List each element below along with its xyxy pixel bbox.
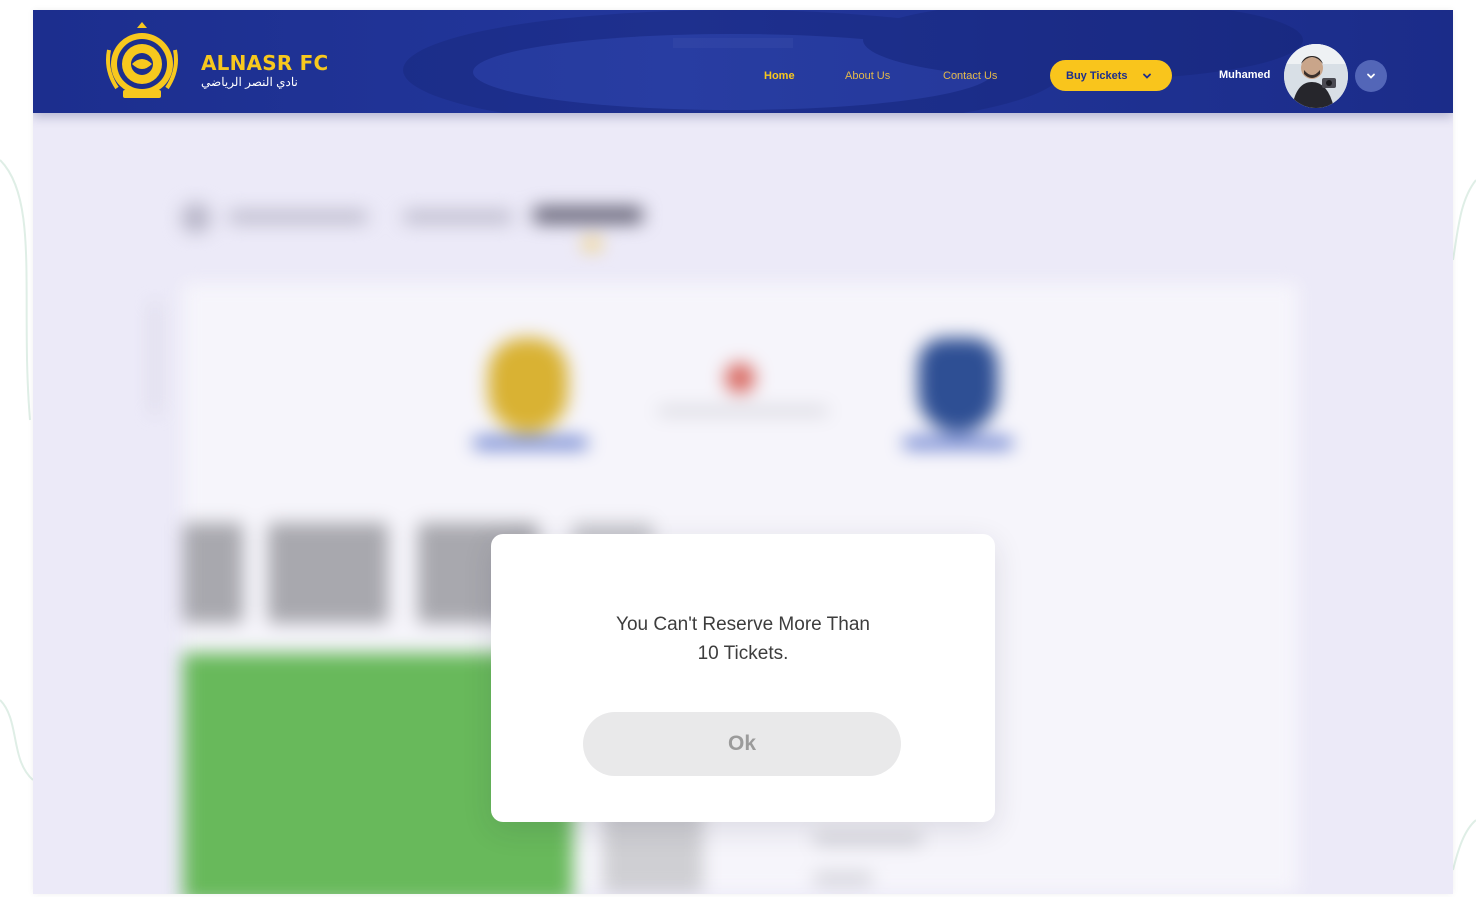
buy-tickets-label: Buy Tickets <box>1066 69 1128 82</box>
breadcrumb-placeholder <box>583 239 601 249</box>
avatar[interactable] <box>1284 44 1348 108</box>
brand-title: ALNASR FC <box>201 51 329 75</box>
home-team-crest <box>488 338 568 433</box>
home-team-name <box>473 438 588 448</box>
dialog-message: You Can't Reserve More Than 10 Tickets. <box>491 610 995 668</box>
user-menu-toggle[interactable] <box>1355 60 1387 92</box>
buy-tickets-button[interactable]: Buy Tickets <box>1050 60 1172 91</box>
dialog-message-line2: 10 Tickets. <box>697 643 789 664</box>
away-team-name <box>903 438 1013 448</box>
chevron-down-icon <box>1367 73 1375 79</box>
breadcrumb-placeholder <box>181 203 211 233</box>
match-info <box>658 408 828 414</box>
user-name: Muhamed <box>1219 69 1271 81</box>
alnasr-crest-logo[interactable] <box>103 20 181 102</box>
nav-home[interactable]: Home <box>764 70 795 82</box>
brand-subtitle-arabic: نادي النصر الرياضي <box>201 75 298 89</box>
alert-dialog: You Can't Reserve More Than 10 Tickets. … <box>491 534 995 822</box>
ok-button[interactable]: Ok <box>583 712 901 776</box>
user-photo-icon <box>1284 44 1348 108</box>
dialog-message-line1: You Can't Reserve More Than <box>616 614 870 635</box>
competition-logo <box>725 363 755 393</box>
top-navbar: ALNASR FC نادي النصر الرياضي Home About … <box>33 10 1453 113</box>
breadcrumb-placeholder <box>228 211 368 223</box>
nav-about-us[interactable]: About Us <box>845 70 890 82</box>
app-window: ALNASR FC نادي النصر الرياضي Home About … <box>33 10 1453 894</box>
away-team-crest <box>918 338 998 433</box>
seat-category <box>268 523 388 623</box>
breadcrumb-placeholder <box>533 207 643 223</box>
breadcrumb-placeholder <box>403 211 513 223</box>
seat-category <box>183 523 243 623</box>
nav-contact-us[interactable]: Contact Us <box>943 70 997 82</box>
side-divider <box>153 303 157 413</box>
summary-line <box>813 833 923 845</box>
chevron-down-icon <box>1142 73 1151 79</box>
summary-line <box>813 873 873 885</box>
